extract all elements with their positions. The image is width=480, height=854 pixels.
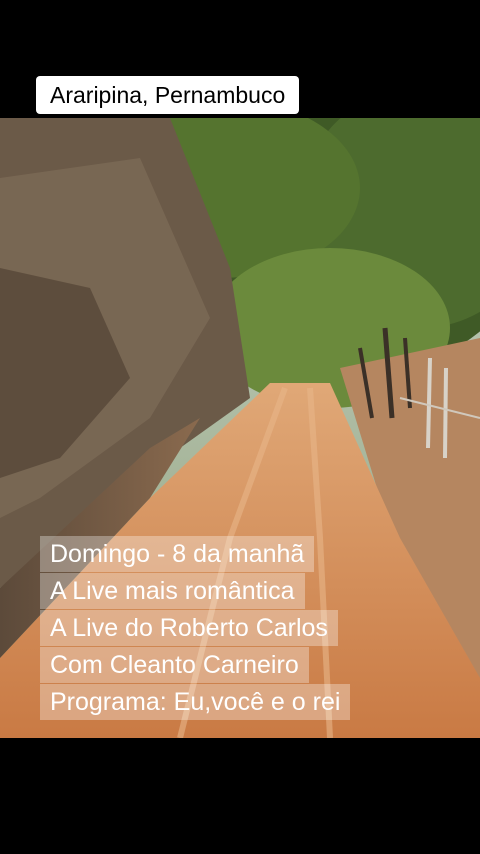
- caption-line: A Live do Roberto Carlos: [40, 610, 338, 646]
- caption-line: Programa: Eu,você e o rei: [40, 684, 351, 720]
- video-frame: Araripina, Pernambuco Domingo - 8 da man…: [0, 0, 480, 854]
- caption-line: Domingo - 8 da manhã: [40, 536, 315, 572]
- caption-line: A Live mais romântica: [40, 573, 305, 609]
- location-label: Araripina, Pernambuco: [36, 76, 300, 114]
- caption-overlay: Domingo - 8 da manhã A Live mais românti…: [40, 536, 351, 721]
- caption-line: Com Cleanto Carneiro: [40, 647, 309, 683]
